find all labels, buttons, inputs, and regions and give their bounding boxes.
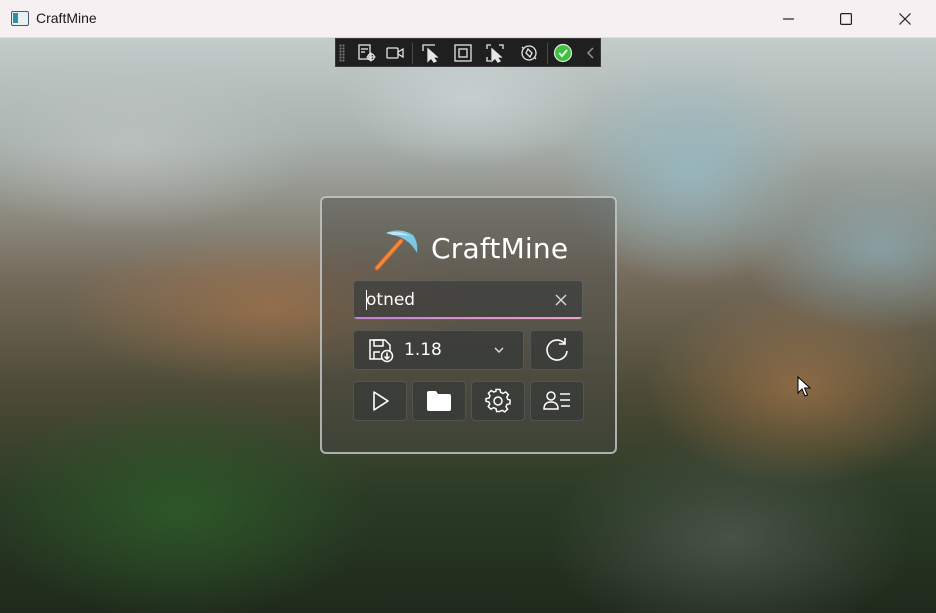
version-selected-value: 1.18 <box>404 340 442 360</box>
toolbar-separator <box>547 43 548 64</box>
live-visual-tree-button[interactable] <box>356 42 378 64</box>
record-icon <box>386 47 404 59</box>
clear-input-button[interactable] <box>551 290 571 310</box>
open-folder-button[interactable] <box>412 381 466 421</box>
refresh-button[interactable] <box>530 330 584 370</box>
play-button[interactable] <box>353 381 407 421</box>
minimize-button[interactable] <box>766 0 812 38</box>
display-layout-adorners-icon <box>454 44 472 62</box>
track-focused-element-icon <box>486 44 504 63</box>
binding-ok-icon <box>553 43 573 63</box>
app-icon <box>11 11 29 26</box>
username-input[interactable] <box>366 289 546 311</box>
settings-icon <box>485 388 511 413</box>
text-caret <box>366 290 367 310</box>
pickaxe-logo <box>374 230 418 271</box>
toolbar-separator <box>412 43 413 64</box>
display-layout-adorners-button[interactable] <box>452 42 474 64</box>
binding-status-button[interactable] <box>552 42 574 64</box>
collapse-toolbar-button[interactable] <box>580 42 602 64</box>
chevron-down-icon <box>494 347 504 353</box>
title-bar: CraftMine <box>0 0 936 38</box>
hot-reload-button[interactable] <box>518 42 540 64</box>
live-visual-tree-icon <box>358 44 376 62</box>
close-icon <box>899 13 911 25</box>
select-element-icon <box>422 44 439 63</box>
minimize-icon <box>783 18 794 20</box>
app-brand-title: CraftMine <box>431 232 569 265</box>
refresh-icon <box>546 338 568 361</box>
window-title: CraftMine <box>36 10 97 26</box>
folder-icon <box>427 391 451 411</box>
record-button[interactable] <box>384 42 406 64</box>
accounts-icon <box>543 391 570 410</box>
mouse-cursor-icon <box>797 376 811 397</box>
close-button[interactable] <box>882 0 928 38</box>
username-input-container[interactable] <box>353 280 583 320</box>
debug-toolbar <box>335 38 601 67</box>
play-icon <box>373 391 389 411</box>
close-icon <box>555 294 567 306</box>
hot-reload-icon <box>521 45 537 61</box>
maximize-icon <box>840 13 852 25</box>
accounts-button[interactable] <box>530 381 584 421</box>
track-focused-element-button[interactable] <box>484 42 506 64</box>
maximize-button[interactable] <box>823 0 869 38</box>
select-element-button[interactable] <box>420 42 442 64</box>
save-download-icon <box>369 339 394 363</box>
toolbar-grip[interactable] <box>339 44 345 62</box>
settings-button[interactable] <box>471 381 525 421</box>
collapse-toolbar-icon <box>587 47 594 59</box>
